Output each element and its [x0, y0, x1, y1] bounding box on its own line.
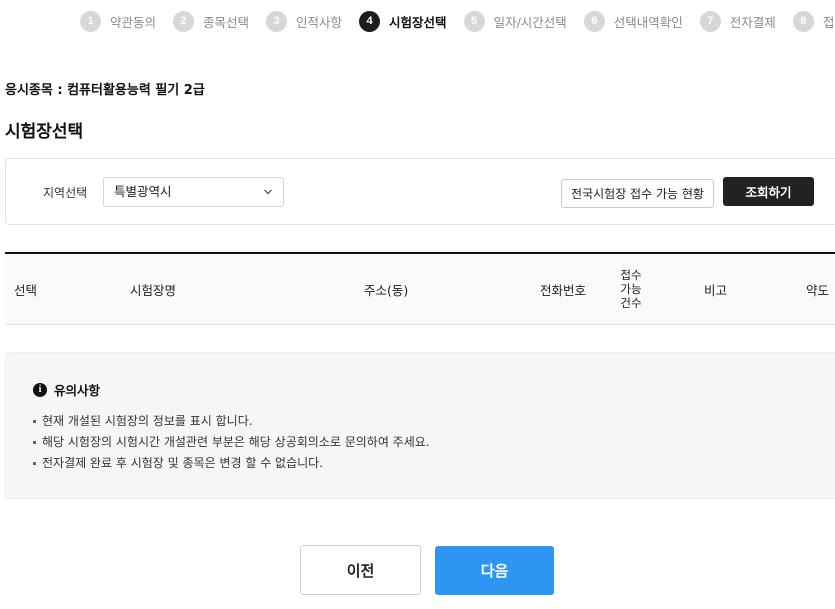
- chevron-down-icon: [264, 189, 272, 195]
- step-3: 3 인적사항: [266, 10, 343, 32]
- exam-center-table: 선택 시험장명 주소(동) 전화번호 접수 가능 건수 비고 약도: [5, 252, 835, 325]
- header-phone: 전화번호: [540, 283, 587, 298]
- header-select: 선택: [14, 283, 38, 298]
- step-number: 4: [359, 10, 381, 32]
- bullet-icon: [33, 420, 36, 423]
- header-available-line: 접수: [620, 268, 642, 282]
- notice-list: 현재 개설된 시험장의 정보를 표시 합니다. 해당 시험장의 시험시간 개설관…: [33, 411, 430, 474]
- step-1: 1 약관동의: [80, 10, 157, 32]
- notice-item-text: 현재 개설된 시험장의 정보를 표시 합니다.: [42, 414, 253, 428]
- step-number: 5: [463, 10, 485, 32]
- nationwide-status-button[interactable]: 전국시험장 접수 가능 현황: [561, 179, 714, 208]
- step-number: 7: [699, 10, 721, 32]
- step-label: 종목선택: [203, 14, 250, 30]
- header-available-count: 접수 가능 건수: [617, 268, 645, 310]
- step-number: 1: [80, 10, 101, 32]
- step-progress: 1 약관동의 2 종목선택 3 인적사항 4 시험장선택 5 일자/시간선택 6 선택내역확…: [80, 9, 835, 33]
- header-address: 주소(동): [364, 283, 409, 298]
- info-icon: i: [33, 382, 47, 397]
- region-select[interactable]: 특별광역시: [103, 177, 284, 207]
- notice-title: i 유의사항: [33, 380, 100, 399]
- notice-item: 현재 개설된 시험장의 정보를 표시 합니다.: [33, 411, 430, 432]
- step-2: 2 종목선택: [173, 10, 250, 32]
- next-button[interactable]: 다음: [435, 546, 554, 595]
- step-label: 시험장선택: [389, 14, 447, 30]
- notice-item: 해당 시험장의 시험시간 개설관련 부분은 해당 상공회의소로 문의하여 주세요…: [33, 432, 430, 453]
- step-number: 6: [583, 10, 605, 32]
- step-4-current: 4 시험장선택: [359, 10, 447, 32]
- header-center-name: 시험장명: [130, 283, 177, 298]
- prev-button[interactable]: 이전: [300, 545, 421, 595]
- step-label: 인적사항: [296, 14, 343, 30]
- query-button[interactable]: 조회하기: [723, 177, 814, 206]
- step-number: 3: [266, 10, 288, 32]
- step-7: 7 전자결제: [699, 10, 776, 32]
- header-available-line: 가능: [620, 282, 642, 296]
- step-label: 접수확: [822, 14, 835, 30]
- page-title: 시험장선택: [5, 122, 84, 142]
- step-6: 6 선택내역확인: [583, 10, 683, 32]
- header-available-line: 건수: [620, 296, 642, 310]
- region-selected-value: 특별광역시: [114, 184, 172, 199]
- step-label: 일자/시간선택: [493, 14, 567, 30]
- step-number: 2: [173, 10, 195, 32]
- header-map: 약도: [806, 283, 830, 298]
- notice-box: i 유의사항 현재 개설된 시험장의 정보를 표시 합니다. 해당 시험장의 시…: [5, 352, 835, 499]
- exam-subject: 응시종목 : 컴퓨터활용능력 필기 2급: [5, 83, 205, 98]
- header-note: 비고: [704, 283, 728, 298]
- step-label: 약관동의: [110, 14, 157, 30]
- step-label: 선택내역확인: [613, 14, 683, 30]
- region-label: 지역선택: [43, 186, 88, 200]
- notice-item-text: 전자결제 완료 후 시험장 및 종목은 변경 할 수 없습니다.: [42, 456, 324, 470]
- bullet-icon: [33, 462, 36, 465]
- bullet-icon: [33, 441, 36, 444]
- notice-item: 전자결제 완료 후 시험장 및 종목은 변경 할 수 없습니다.: [33, 453, 430, 474]
- step-number: 8: [792, 10, 814, 32]
- step-5: 5 일자/시간선택: [463, 10, 567, 32]
- region-search-panel: 지역선택 특별광역시 전국시험장 접수 가능 현황 조회하기: [5, 158, 835, 225]
- notice-title-text: 유의사항: [54, 383, 101, 398]
- step-8: 8 접수확: [792, 10, 835, 32]
- notice-item-text: 해당 시험장의 시험시간 개설관련 부분은 해당 상공회의소로 문의하여 주세요…: [42, 435, 430, 449]
- step-label: 전자결제: [729, 14, 776, 30]
